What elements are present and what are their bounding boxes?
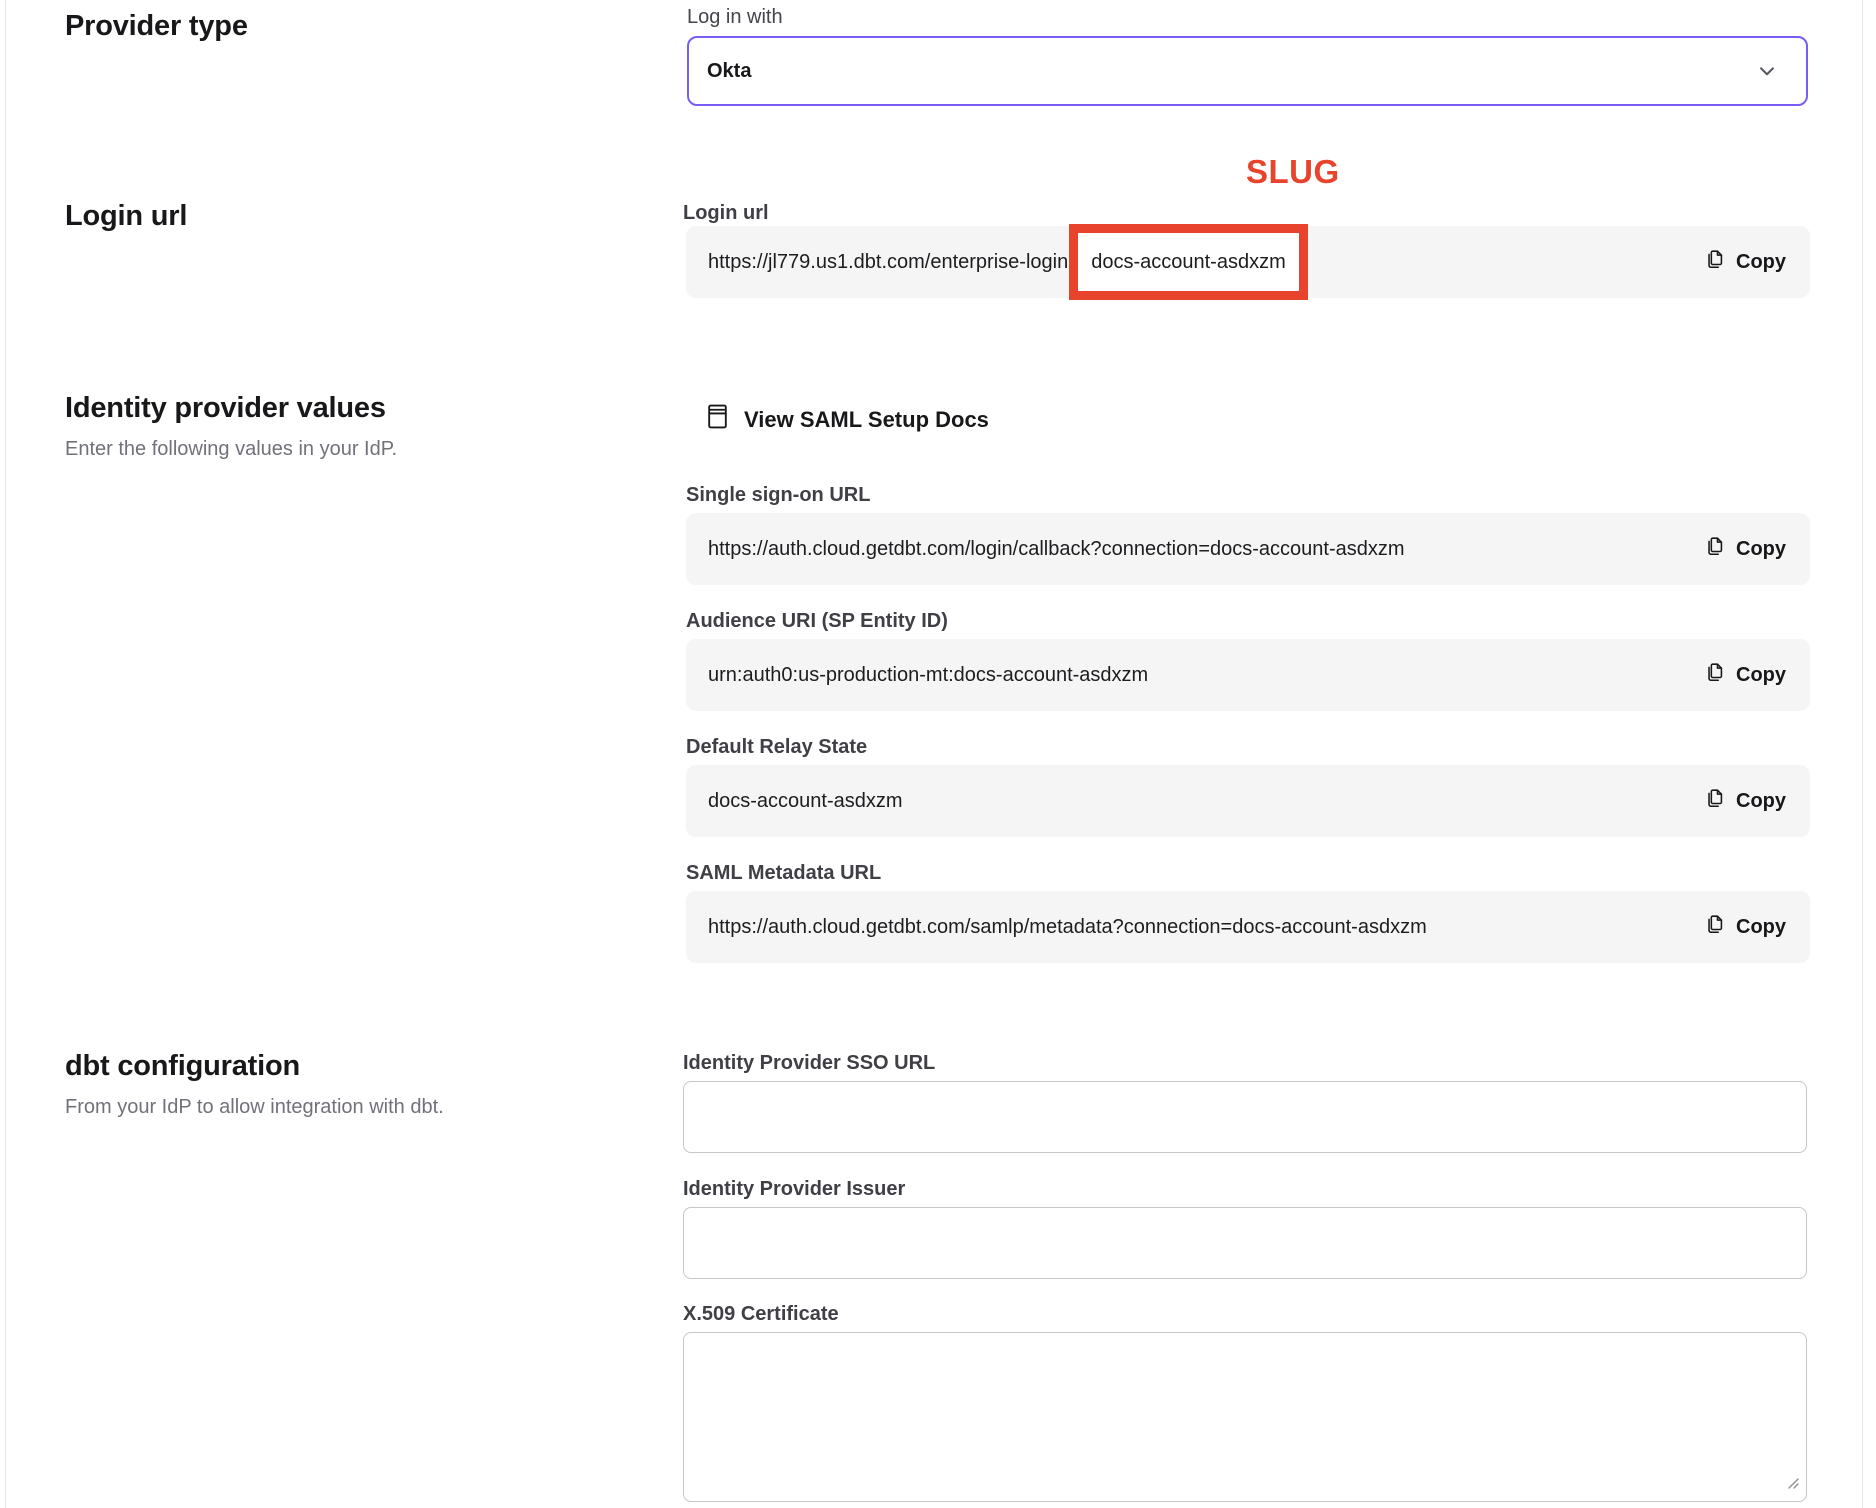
dbt-config-subtitle: From your IdP to allow integration with … [65, 1094, 625, 1120]
identity-provider-sso-url-label: Identity Provider SSO URL [683, 1050, 1807, 1076]
identity-provider-issuer-input[interactable] [683, 1207, 1807, 1279]
slug-annotation-label: SLUG [1246, 152, 1340, 192]
default-relay-state-copy-button[interactable]: Copy [1704, 786, 1786, 816]
single-sign-on-url-value: https://auth.cloud.getdbt.com/login/call… [708, 538, 1405, 561]
login-url-heading: Login url [65, 198, 187, 234]
idp-values-section-intro: Identity provider values Enter the follo… [65, 390, 625, 462]
saml-metadata-url-label: SAML Metadata URL [686, 860, 1810, 886]
login-url-prefix-text: https://jl779.us1.dbt.com/enterprise-log… [708, 251, 1068, 274]
page-border-right [1862, 0, 1863, 1508]
copy-button-label: Copy [1736, 251, 1786, 274]
single-sign-on-url-label: Single sign-on URL [686, 482, 1810, 508]
copy-button-label: Copy [1736, 664, 1786, 687]
x509-certificate-textarea[interactable] [683, 1332, 1807, 1502]
provider-type-heading: Provider type [65, 8, 248, 44]
copy-icon [1704, 534, 1726, 564]
saml-metadata-url-copy-button[interactable]: Copy [1704, 912, 1786, 942]
dbt-config-heading: dbt configuration [65, 1048, 625, 1084]
saml-metadata-url-field-group: SAML Metadata URL https://auth.cloud.get… [686, 860, 1810, 963]
audience-uri-value: urn:auth0:us-production-mt:docs-account-… [708, 664, 1148, 687]
audience-uri-value-field: urn:auth0:us-production-mt:docs-account-… [686, 639, 1810, 711]
idp-sso-url-input-group: Identity Provider SSO URL [683, 1050, 1807, 1153]
idp-issuer-input-group: Identity Provider Issuer [683, 1176, 1807, 1279]
default-relay-state-label: Default Relay State [686, 734, 1810, 760]
sso-settings-page: Provider type Login url Identity provide… [0, 0, 1876, 1508]
login-with-label: Log in with [687, 4, 783, 30]
audience-uri-field-group: Audience URI (SP Entity ID) urn:auth0:us… [686, 608, 1810, 711]
notebook-icon [705, 403, 730, 436]
single-sign-on-url-copy-button[interactable]: Copy [1704, 534, 1786, 564]
login-url-copy-button[interactable]: Copy [1704, 247, 1786, 277]
login-with-select[interactable]: Okta [687, 36, 1808, 106]
view-saml-setup-docs-label: View SAML Setup Docs [744, 407, 989, 433]
idp-values-heading: Identity provider values [65, 390, 625, 426]
identity-provider-issuer-label: Identity Provider Issuer [683, 1176, 1807, 1202]
copy-button-label: Copy [1736, 790, 1786, 813]
audience-uri-copy-button[interactable]: Copy [1704, 660, 1786, 690]
view-saml-setup-docs-link[interactable]: View SAML Setup Docs [705, 403, 989, 436]
copy-button-label: Copy [1736, 916, 1786, 939]
dbt-config-section-intro: dbt configuration From your IdP to allow… [65, 1048, 625, 1120]
login-url-slug-text: docs-account-asdxzm [1091, 251, 1286, 274]
saml-metadata-url-value-field: https://auth.cloud.getdbt.com/samlp/meta… [686, 891, 1810, 963]
default-relay-state-value-field: docs-account-asdxzm Copy [686, 765, 1810, 837]
slug-highlight-box: docs-account-asdxzm [1069, 224, 1308, 300]
copy-icon [1704, 247, 1726, 277]
default-relay-state-field-group: Default Relay State docs-account-asdxzm … [686, 734, 1810, 837]
resize-handle-icon[interactable] [1786, 1476, 1800, 1495]
copy-button-label: Copy [1736, 538, 1786, 561]
chevron-down-icon [1754, 58, 1780, 84]
idp-values-subtitle: Enter the following values in your IdP. [65, 436, 625, 462]
login-url-value-field: https://jl779.us1.dbt.com/enterprise-log… [686, 226, 1810, 298]
copy-icon [1704, 912, 1726, 942]
x509-certificate-input-group: X.509 Certificate [683, 1301, 1807, 1502]
saml-metadata-url-value: https://auth.cloud.getdbt.com/samlp/meta… [708, 916, 1427, 939]
single-sign-on-url-value-field: https://auth.cloud.getdbt.com/login/call… [686, 513, 1810, 585]
copy-icon [1704, 660, 1726, 690]
copy-icon [1704, 786, 1726, 816]
login-url-field-label: Login url [683, 200, 769, 226]
identity-provider-sso-url-input[interactable] [683, 1081, 1807, 1153]
default-relay-state-value: docs-account-asdxzm [708, 790, 903, 813]
x509-certificate-label: X.509 Certificate [683, 1301, 1807, 1327]
page-border-left [5, 0, 6, 1508]
login-with-selected-value: Okta [707, 60, 751, 83]
audience-uri-label: Audience URI (SP Entity ID) [686, 608, 1810, 634]
sso-url-field-group: Single sign-on URL https://auth.cloud.ge… [686, 482, 1810, 585]
